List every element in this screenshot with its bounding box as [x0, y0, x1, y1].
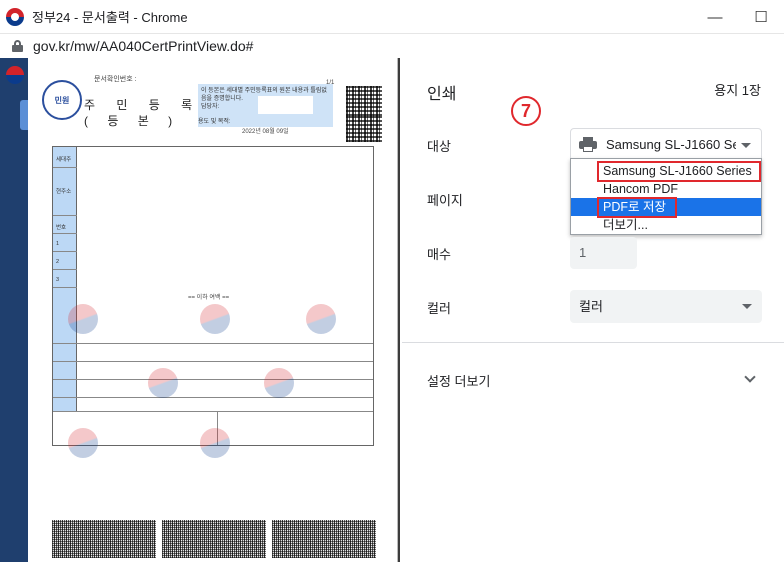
barcode-icon	[346, 116, 382, 142]
highlight-samsung	[597, 161, 761, 182]
lock-icon	[12, 40, 23, 52]
minimize-button[interactable]: —	[692, 0, 738, 34]
row-label-address: 현주소	[56, 189, 72, 195]
background-sidebar	[0, 58, 30, 562]
row-label-number: 번호	[56, 225, 67, 231]
table-line	[53, 215, 77, 216]
watermark-emblem-icon	[148, 368, 178, 398]
row-label-1: 1	[56, 241, 60, 247]
official-seal: 민원	[42, 80, 82, 120]
table-line	[53, 287, 77, 288]
option-hancom-pdf[interactable]: Hancom PDF	[571, 180, 761, 198]
table-line	[53, 397, 373, 398]
color-label: 컬러	[427, 301, 451, 316]
destination-dropdown: Samsung SL-J1660 Series Hancom PDF PDF로 …	[570, 158, 762, 235]
table-line	[53, 343, 373, 344]
row-label-3: 3	[56, 277, 60, 283]
purpose-line: 용도 및 목적:	[198, 119, 231, 125]
row-label-head: 세대주	[56, 157, 72, 163]
more-settings-button[interactable]: 설정 더보기	[427, 371, 490, 390]
copies-input[interactable]: 1	[570, 237, 637, 269]
maximize-button[interactable]: ☐	[738, 0, 784, 34]
copies-label: 매수	[427, 247, 451, 262]
table-line	[53, 167, 77, 168]
certification-inner-box	[258, 96, 313, 114]
watermark-emblem-icon	[200, 304, 230, 334]
print-settings-panel: 인쇄 용지 1장 7 대상 Samsung SL-J1660 Se 페이지 Sa…	[402, 58, 784, 562]
document-subtitle: ( 등 본 )	[84, 114, 181, 128]
divider	[402, 342, 784, 343]
window-title: 정부24 - 문서출력 - Chrome	[32, 10, 188, 25]
printer-icon	[579, 136, 597, 153]
color-value: 컬러	[579, 299, 603, 314]
window-controls: — ☐	[692, 0, 784, 34]
chevron-down-icon	[742, 304, 752, 309]
watermark-emblem-icon	[264, 368, 294, 398]
option-more[interactable]: 더보기...	[571, 216, 761, 234]
watermark-emblem-icon	[68, 428, 98, 458]
issue-date: 2022년 08월 09일	[242, 129, 289, 135]
background-logo-icon	[6, 66, 24, 84]
footer-barcode-icon	[52, 520, 156, 558]
table-line	[53, 233, 77, 234]
seal-text: 민원	[54, 95, 70, 105]
watermark-emblem-icon	[306, 304, 336, 334]
background-tab	[20, 100, 28, 130]
watermark-emblem-icon	[68, 304, 98, 334]
table-line	[53, 251, 77, 252]
destination-select[interactable]: Samsung SL-J1660 Se	[570, 128, 762, 161]
table-line	[53, 411, 373, 412]
address-bar[interactable]: gov.kr/mw/AA040CertPrintView.do#	[0, 34, 784, 58]
chevron-down-icon	[741, 143, 751, 148]
gov24-logo-icon	[6, 7, 24, 26]
sheet-count: 용지 1장	[714, 83, 761, 98]
expand-chevron-icon[interactable]	[744, 371, 756, 383]
table-line	[53, 379, 373, 380]
destination-label: 대상	[427, 139, 451, 154]
print-preview-page[interactable]: 문서확인번호 : 1/1 민원 주 민 등 록 표 ( 등 본 ) 이 등본은 …	[28, 58, 398, 562]
window-titlebar: 정부24 - 문서출력 - Chrome — ☐	[0, 0, 784, 34]
url-text[interactable]: gov.kr/mw/AA040CertPrintView.do#	[33, 38, 253, 54]
highlight-save-as-pdf	[597, 197, 677, 218]
table-line	[53, 361, 373, 362]
destination-value: Samsung SL-J1660 Se	[606, 137, 736, 152]
certification-staff: 담당자:	[201, 104, 220, 110]
print-title: 인쇄	[427, 86, 457, 103]
document-number-label: 문서확인번호 :	[94, 76, 137, 83]
pages-label: 페이지	[427, 193, 463, 208]
qr-code-icon	[346, 86, 382, 116]
table-line	[53, 269, 77, 270]
footer-barcode-icon	[162, 520, 266, 558]
end-of-record: == 이하 여백 ==	[188, 295, 230, 301]
watermark-emblem-icon	[200, 428, 230, 458]
row-label-2: 2	[56, 259, 60, 265]
color-select[interactable]: 컬러	[570, 290, 762, 323]
footer-barcode-icon	[272, 520, 376, 558]
step-marker-icon: 7	[511, 96, 541, 126]
